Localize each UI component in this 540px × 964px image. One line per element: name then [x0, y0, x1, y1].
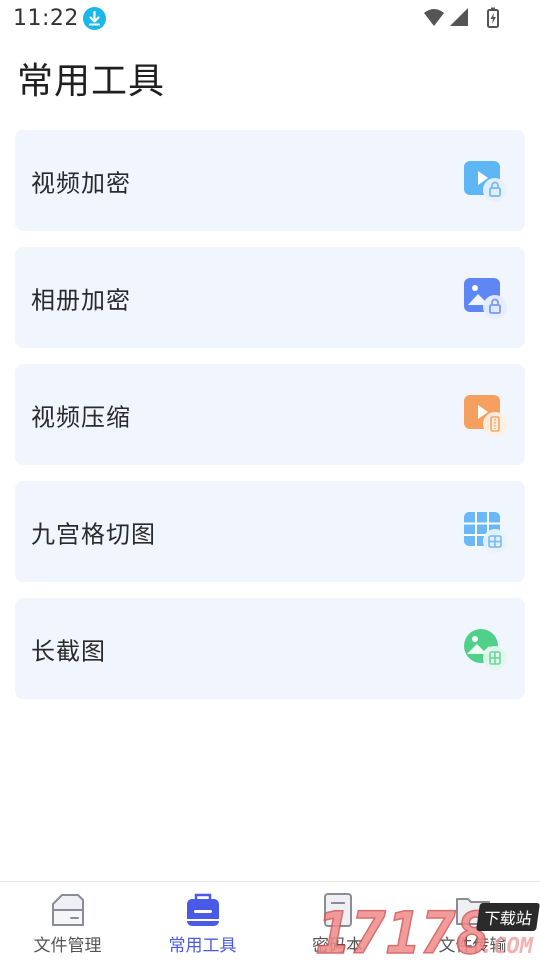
- nav-item-password-book[interactable]: 密码本: [270, 882, 405, 961]
- tool-label: 长截图: [31, 637, 106, 665]
- video-compress-icon: [463, 392, 509, 438]
- album-lock-icon: [463, 275, 509, 321]
- bottom-nav: 文件管理 常用工具 密码本 文件传输: [0, 881, 540, 960]
- wifi-icon: [424, 7, 499, 28]
- nav-label: 常用工具: [168, 936, 237, 956]
- nav-item-file-transfer[interactable]: 文件传输: [405, 882, 540, 961]
- signal-icon: [450, 8, 468, 26]
- tool-long-screenshot[interactable]: 长截图: [15, 598, 525, 699]
- page-title: 常用工具: [17, 61, 166, 102]
- nav-item-common-tools[interactable]: 常用工具: [135, 882, 270, 961]
- tool-grid-cut[interactable]: 九宫格切图: [15, 481, 525, 582]
- tool-video-encrypt[interactable]: 视频加密: [15, 130, 525, 231]
- status-icons: [422, 7, 500, 33]
- nav-label: 文件管理: [33, 936, 102, 956]
- nav-label: 文件传输: [438, 936, 507, 956]
- long-screenshot-icon: [463, 626, 509, 672]
- tool-video-compress[interactable]: 视频压缩: [15, 364, 525, 465]
- toolbox-icon: [183, 890, 223, 930]
- folder-icon: [48, 890, 88, 930]
- tool-label: 九宫格切图: [31, 520, 156, 548]
- tool-label: 视频压缩: [31, 403, 131, 431]
- status-time: 11:22: [13, 6, 79, 31]
- video-lock-icon: [463, 158, 509, 204]
- tool-label: 相册加密: [31, 286, 131, 314]
- download-icon: [83, 7, 106, 30]
- tool-album-encrypt[interactable]: 相册加密: [15, 247, 525, 348]
- tools-list: 视频加密 相册加密 视频压缩 九宫格切图 长截图: [15, 130, 525, 715]
- status-bar: 11:22: [0, 0, 540, 38]
- nav-label: 密码本: [312, 936, 363, 956]
- tool-label: 视频加密: [31, 169, 131, 197]
- notebook-icon: [318, 890, 358, 930]
- nav-item-file-manager[interactable]: 文件管理: [0, 882, 135, 961]
- transfer-folder-icon: [453, 890, 493, 930]
- grid-cut-icon: [463, 509, 509, 555]
